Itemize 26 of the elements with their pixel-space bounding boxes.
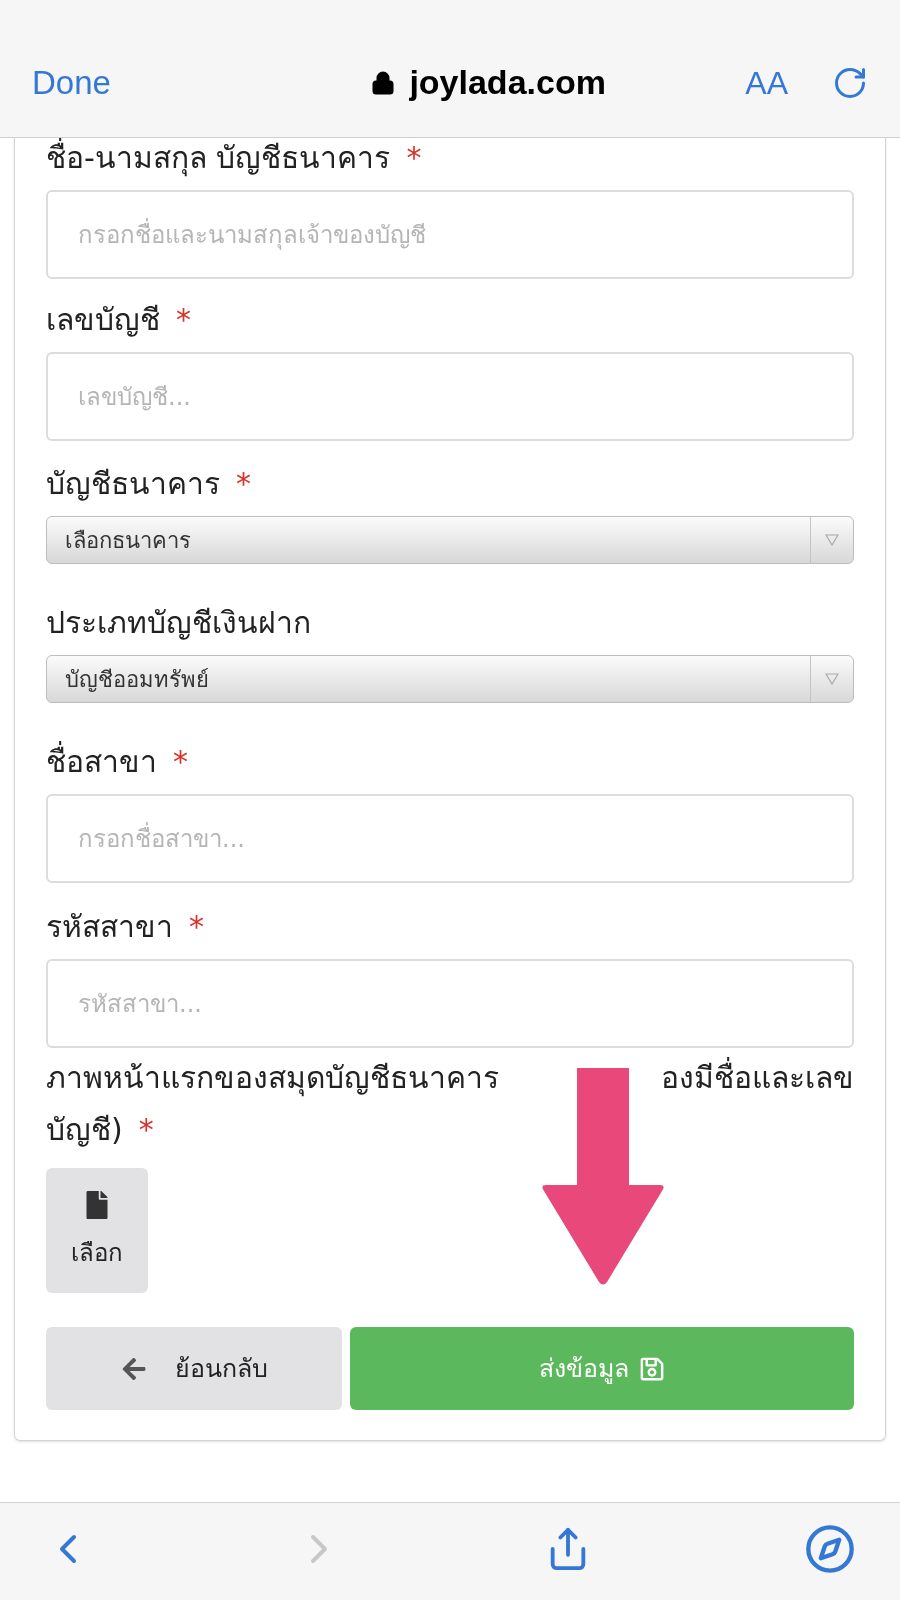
field-label: บัญชีธนาคาร * xyxy=(46,465,252,503)
field-label-continued: องมีชื่อและเลข xyxy=(661,1052,854,1104)
save-icon xyxy=(639,1355,665,1382)
field-label: ประเภทบัญชีเงินฝาก xyxy=(46,604,312,642)
dropdown-caret-icon xyxy=(825,673,839,685)
text-input[interactable]: กรอกชื่อสาขา... xyxy=(46,794,854,883)
text-input[interactable]: กรอกชื่อและนามสกุลเจ้าของบัญชี xyxy=(46,190,854,279)
field-label: ชื่อ-นามสกุล บัญชีธนาคาร * xyxy=(46,138,423,178)
field-label-continued: บัญชี) * xyxy=(46,1111,155,1149)
field-label: ภาพหน้าแรกของสมุดบัญชีธนาคาร xyxy=(46,1059,499,1099)
field-label: เลขบัญชี * xyxy=(46,301,192,339)
domain-text: joylada.com xyxy=(409,62,606,103)
compass-icon[interactable] xyxy=(803,1522,856,1575)
select-dropdown[interactable]: บัญชีออมทรัพย์ xyxy=(46,655,854,703)
dropdown-caret-icon xyxy=(825,534,839,546)
field-label: ชื่อสาขา * xyxy=(46,742,854,782)
select-dropdown[interactable]: เลือกธนาคาร xyxy=(46,516,854,564)
text-input[interactable]: เลขบัญชี... xyxy=(46,352,854,441)
done-button[interactable]: Done xyxy=(32,57,232,108)
file-icon xyxy=(86,1190,108,1219)
field-label: รหัสสาขา * xyxy=(46,908,205,946)
file-choose-button[interactable]: เลือก xyxy=(46,1168,148,1293)
back-button[interactable]: ย้อนกลับ xyxy=(46,1327,342,1410)
text-size-button[interactable]: AA xyxy=(745,58,788,107)
text-input[interactable]: รหัสสาขา... xyxy=(46,959,854,1048)
arrow-left-icon xyxy=(120,1355,147,1382)
